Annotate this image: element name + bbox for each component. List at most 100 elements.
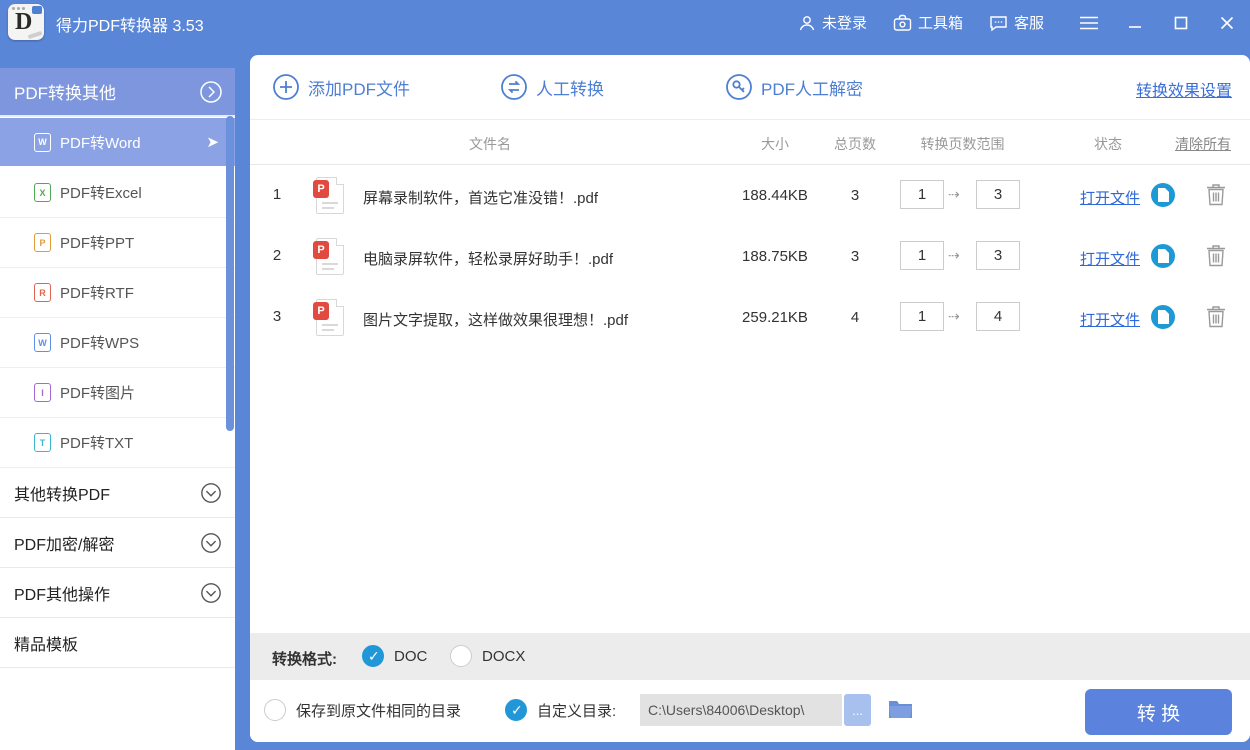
range-from-input[interactable] xyxy=(900,180,944,209)
save-same-dir-option[interactable]: 保存到原文件相同的目录 xyxy=(264,699,461,721)
login-button[interactable]: 未登录 xyxy=(798,12,867,33)
pdf-decrypt-button[interactable]: PDF人工解密 xyxy=(725,73,863,101)
open-file-link[interactable]: 打开文件 xyxy=(1080,187,1140,208)
docx-label: DOCX xyxy=(482,647,526,665)
format-option-doc[interactable]: DOC xyxy=(362,645,427,667)
maximize-icon xyxy=(1174,16,1188,29)
folder-icon[interactable] xyxy=(888,698,913,724)
pdf-file-icon: P xyxy=(313,238,344,275)
custom-dir-radio[interactable] xyxy=(505,699,527,721)
docx-radio[interactable] xyxy=(450,645,472,667)
file-circle-icon[interactable] xyxy=(1151,183,1175,207)
main-toolbar: 添加PDF文件 人工转换 PDF人工解密 转换效果设置 xyxy=(250,55,1250,120)
sidebar-item-label: PDF转WPS xyxy=(60,335,140,352)
table-row: 1 P 屏幕录制软件，首选它准没错！.pdf 188.44KB 3 ⇢ 打开文件 xyxy=(250,165,1250,226)
open-file-link[interactable]: 打开文件 xyxy=(1080,309,1140,330)
range-to-input[interactable] xyxy=(976,180,1020,209)
file-circle-icon[interactable] xyxy=(1151,244,1175,268)
pdf-file-icon: P xyxy=(313,299,344,336)
sidebar: PDF转换其他 W PDF转Word ➤ X PDF转Excel P PDF转P… xyxy=(0,68,235,750)
chevron-right-circle-icon xyxy=(200,81,222,103)
file-circle-icon[interactable] xyxy=(1151,305,1175,329)
sidebar-item-pdf-to-image[interactable]: I PDF转图片 xyxy=(0,368,235,418)
chat-icon xyxy=(990,15,1007,31)
txt-file-icon: T xyxy=(34,433,51,452)
sidebar-item-pdf-to-rtf[interactable]: R PDF转RTF xyxy=(0,268,235,318)
delete-row-button[interactable] xyxy=(1206,305,1226,333)
col-range: 转换页数范围 xyxy=(920,136,1005,152)
col-size: 大小 xyxy=(761,136,789,152)
close-button[interactable] xyxy=(1216,12,1238,34)
range-arrow-icon: ⇢ xyxy=(948,308,960,324)
output-path-input[interactable] xyxy=(640,694,842,726)
custom-dir-label: 自定义目录: xyxy=(537,702,617,720)
sidebar-item-pdf-to-excel[interactable]: X PDF转Excel xyxy=(0,168,235,218)
range-from-input[interactable] xyxy=(900,302,944,331)
sidebar-item-pdf-to-wps[interactable]: W PDF转WPS xyxy=(0,318,235,368)
custom-dir-option[interactable]: 自定义目录: xyxy=(505,699,616,721)
file-size: 259.21KB xyxy=(742,309,808,326)
sidebar-item-label: PDF转TXT xyxy=(60,435,134,452)
save-same-dir-radio[interactable] xyxy=(264,699,286,721)
logo-badge xyxy=(32,6,42,14)
browse-button[interactable]: ... xyxy=(844,694,871,726)
login-label: 未登录 xyxy=(821,15,867,32)
hamburger-icon xyxy=(1080,16,1098,29)
sidebar-item-label: PDF转图片 xyxy=(60,385,136,402)
page-count: 3 xyxy=(850,187,860,204)
convert-button[interactable]: 转 换 xyxy=(1085,689,1232,735)
delete-row-button[interactable] xyxy=(1206,183,1226,211)
range-arrow-icon: ⇢ xyxy=(948,247,960,263)
window-title: 得力PDF转换器 3.53 xyxy=(56,18,204,35)
trash-icon xyxy=(1207,184,1225,206)
range-to-input[interactable] xyxy=(976,241,1020,270)
page-count: 3 xyxy=(850,248,860,265)
chevron-down-circle-icon xyxy=(201,533,221,553)
row-index: 1 xyxy=(272,186,282,203)
row-index: 2 xyxy=(272,247,282,264)
toolbox-button[interactable]: 工具箱 xyxy=(893,12,963,33)
chevron-down-circle-icon xyxy=(201,583,221,603)
range-to-input[interactable] xyxy=(976,302,1020,331)
sidebar-section-other-to-pdf[interactable]: 其他转换PDF xyxy=(0,468,235,518)
pdf-badge: P xyxy=(313,180,329,198)
sidebar-item-pdf-to-word[interactable]: W PDF转Word ➤ xyxy=(0,117,235,167)
minimize-button[interactable] xyxy=(1124,12,1146,34)
title-bar: D 得力PDF转换器 3.53 未登录 工具箱 客服 xyxy=(0,0,1250,45)
manual-convert-button[interactable]: 人工转换 xyxy=(500,73,604,101)
sidebar-scrollbar[interactable] xyxy=(226,116,234,431)
table-row: 3 P 图片文字提取，这样做效果很理想！.pdf 259.21KB 4 ⇢ 打开… xyxy=(250,287,1250,348)
close-icon xyxy=(1220,16,1234,29)
delete-row-button[interactable] xyxy=(1206,244,1226,272)
trash-icon xyxy=(1207,245,1225,267)
range-arrow-icon: ⇢ xyxy=(948,186,960,202)
toolbox-label: 工具箱 xyxy=(917,15,963,32)
format-option-docx[interactable]: DOCX xyxy=(450,645,525,667)
sidebar-item-pdf-to-ppt[interactable]: P PDF转PPT xyxy=(0,218,235,268)
image-file-icon: I xyxy=(34,383,51,402)
add-pdf-button[interactable]: 添加PDF文件 xyxy=(272,73,410,101)
add-circle-icon xyxy=(273,74,299,100)
support-label: 客服 xyxy=(1013,15,1044,32)
sidebar-section-pdf-encrypt-decrypt[interactable]: PDF加密/解密 xyxy=(0,518,235,568)
sidebar-section-templates[interactable]: 精品模板 xyxy=(0,618,235,668)
sidebar-header-pdf-convert-other[interactable]: PDF转换其他 xyxy=(0,68,235,117)
section-label: PDF加密/解密 xyxy=(14,536,115,554)
sidebar-section-pdf-other-ops[interactable]: PDF其他操作 xyxy=(0,568,235,618)
clear-all-link[interactable]: 清除所有 xyxy=(1166,134,1240,154)
doc-radio[interactable] xyxy=(362,645,384,667)
pdf-file-icon: P xyxy=(313,177,344,214)
convert-settings-link[interactable]: 转换效果设置 xyxy=(1136,77,1232,101)
sidebar-item-label: PDF转PPT xyxy=(60,235,135,252)
maximize-button[interactable] xyxy=(1170,12,1192,34)
file-size: 188.44KB xyxy=(742,187,808,204)
sidebar-item-pdf-to-txt[interactable]: T PDF转TXT xyxy=(0,418,235,468)
doc-label: DOC xyxy=(394,647,428,665)
range-from-input[interactable] xyxy=(900,241,944,270)
open-file-link[interactable]: 打开文件 xyxy=(1080,248,1140,269)
table-row: 2 P 电脑录屏软件，轻松录屏好助手！.pdf 188.75KB 3 ⇢ 打开文… xyxy=(250,226,1250,287)
add-pdf-label: 添加PDF文件 xyxy=(308,79,410,99)
menu-button[interactable] xyxy=(1078,12,1100,34)
user-icon xyxy=(799,15,815,30)
support-button[interactable]: 客服 xyxy=(989,12,1044,33)
